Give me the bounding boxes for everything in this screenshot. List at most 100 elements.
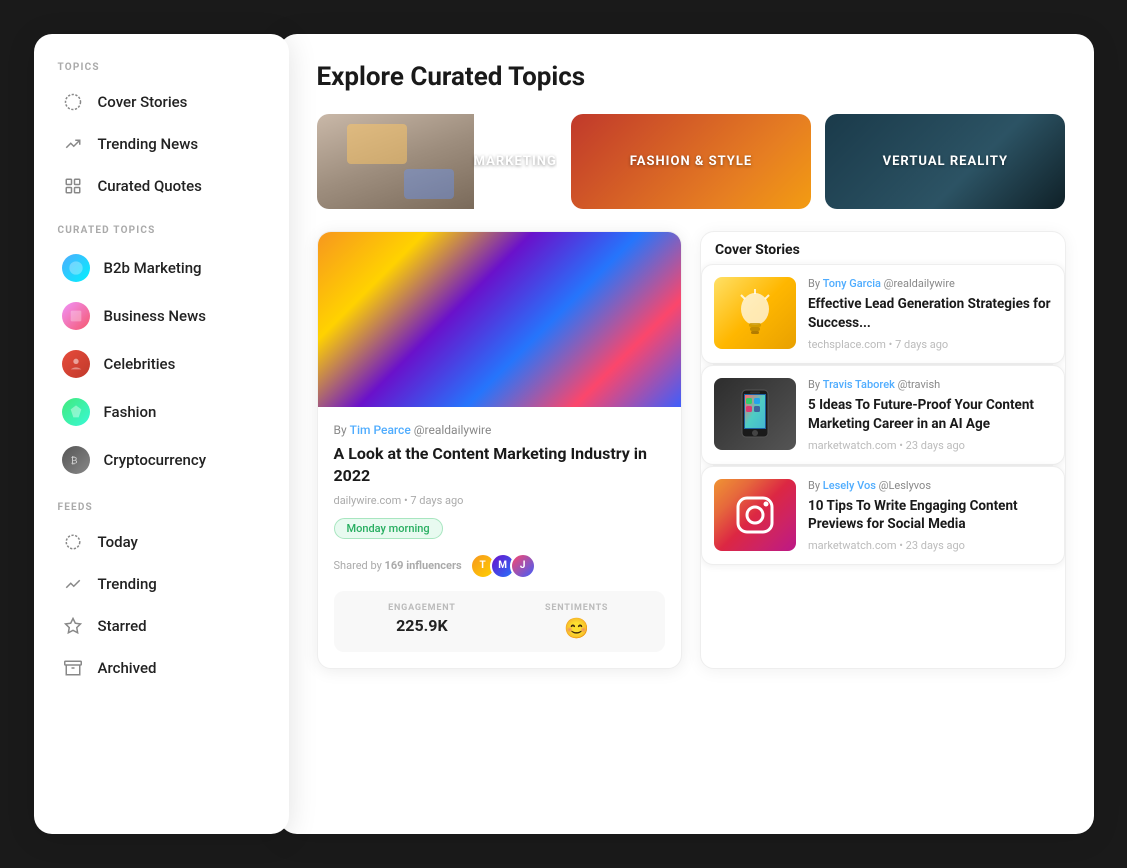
curated-quotes-label: Curated Quotes bbox=[98, 177, 202, 195]
article-1-author-link[interactable]: Tony Garcia bbox=[823, 277, 881, 290]
sidebar: TOPICS Cover Stories Trending News bbox=[34, 34, 289, 834]
sidebar-item-b2b-marketing[interactable]: B2b Marketing bbox=[54, 244, 269, 292]
engagement-stat: ENGAGEMENT 225.9K bbox=[350, 603, 495, 640]
celebrities-avatar bbox=[62, 350, 90, 378]
sidebar-item-trending[interactable]: Trending bbox=[54, 563, 269, 605]
curated-topics-section-label: CURATED TOPICS bbox=[54, 225, 269, 236]
archived-label: Archived bbox=[98, 659, 157, 677]
today-label: Today bbox=[98, 533, 138, 551]
featured-meta: dailywire.com • 7 days ago bbox=[334, 494, 666, 507]
article-thumb-1 bbox=[714, 277, 796, 349]
b2b-avatar bbox=[62, 254, 90, 282]
article-2-meta: marketwatch.com • 23 days ago bbox=[808, 439, 1052, 452]
hero-card-fashion-label: FASHION & STYLE bbox=[630, 154, 752, 169]
starred-icon bbox=[62, 615, 84, 637]
hero-cards-row: MARKETING FASHION & STYLE VERTUAL REALIT… bbox=[317, 114, 1066, 209]
article-2-author-link[interactable]: Travis Taborek bbox=[823, 378, 895, 391]
trending-icon bbox=[62, 573, 84, 595]
article-thumb-3 bbox=[714, 479, 796, 551]
topics-section-label: TOPICS bbox=[54, 62, 269, 73]
business-news-label: Business News bbox=[104, 307, 206, 325]
article-card-2[interactable]: By Travis Taborek @travish 5 Ideas To Fu… bbox=[701, 365, 1065, 465]
article-1-title: Effective Lead Generation Strategies for… bbox=[808, 295, 1052, 333]
article-thumb-2 bbox=[714, 378, 796, 450]
featured-title: A Look at the Content Marketing Industry… bbox=[334, 443, 666, 488]
main-content: Explore Curated Topics MARKETING FASHION… bbox=[279, 34, 1094, 834]
article-3-title: 10 Tips To Write Engaging Content Previe… bbox=[808, 497, 1052, 535]
sidebar-item-curated-quotes[interactable]: Curated Quotes bbox=[54, 165, 269, 207]
app-container: TOPICS Cover Stories Trending News bbox=[34, 34, 1094, 834]
sentiments-stat: SENTIMENTS 😊 bbox=[504, 603, 649, 640]
celebrities-label: Celebrities bbox=[104, 355, 176, 373]
articles-panel: Cover Stories bbox=[700, 231, 1066, 669]
curated-quotes-icon bbox=[62, 175, 84, 197]
sentiments-emoji: 😊 bbox=[504, 616, 649, 640]
cover-stories-label: Cover Stories bbox=[98, 93, 188, 111]
featured-body: By Tim Pearce @realdailywire A Look at t… bbox=[318, 407, 682, 668]
featured-image bbox=[318, 232, 682, 407]
cryptocurrency-label: Cryptocurrency bbox=[104, 451, 207, 469]
article-1-author: By Tony Garcia @realdailywire bbox=[808, 277, 1052, 290]
sidebar-item-fashion[interactable]: Fashion bbox=[54, 388, 269, 436]
bottom-section: By Tim Pearce @realdailywire A Look at t… bbox=[317, 231, 1066, 669]
article-2-author: By Travis Taborek @travish bbox=[808, 378, 1052, 391]
article-3-meta: marketwatch.com • 23 days ago bbox=[808, 539, 1052, 552]
cover-stories-header: Cover Stories bbox=[701, 232, 1065, 264]
hero-card-marketing[interactable]: MARKETING bbox=[317, 114, 557, 209]
hero-card-marketing-label: MARKETING bbox=[474, 154, 557, 169]
hero-card-fashion-style[interactable]: FASHION & STYLE bbox=[571, 114, 811, 209]
featured-author-handle: @realdailywire bbox=[414, 423, 492, 437]
trending-label: Trending bbox=[98, 575, 157, 593]
article-body-3: By Lesely Vos @Leslyvos 10 Tips To Write… bbox=[808, 479, 1052, 553]
article-card-1[interactable]: By Tony Garcia @realdailywire Effective … bbox=[701, 264, 1065, 364]
hero-card-virtual-reality[interactable]: VERTUAL REALITY bbox=[825, 114, 1065, 209]
fashion-avatar bbox=[62, 398, 90, 426]
page-title: Explore Curated Topics bbox=[317, 62, 1066, 92]
featured-tag[interactable]: Monday morning bbox=[334, 518, 443, 539]
b2b-marketing-label: B2b Marketing bbox=[104, 259, 202, 277]
starred-label: Starred bbox=[98, 617, 147, 635]
trending-news-icon bbox=[62, 133, 84, 155]
featured-author: By Tim Pearce @realdailywire bbox=[334, 423, 666, 437]
engagement-label: ENGAGEMENT bbox=[350, 603, 495, 613]
featured-time: 7 days ago bbox=[410, 494, 463, 507]
sidebar-item-celebrities[interactable]: Celebrities bbox=[54, 340, 269, 388]
archived-icon bbox=[62, 657, 84, 679]
cover-stories-icon bbox=[62, 91, 84, 113]
today-icon bbox=[62, 531, 84, 553]
featured-author-link[interactable]: Tim Pearce bbox=[350, 423, 411, 437]
featured-stats: ENGAGEMENT 225.9K SENTIMENTS 😊 bbox=[334, 591, 666, 652]
article-card-3[interactable]: By Lesely Vos @Leslyvos 10 Tips To Write… bbox=[701, 466, 1065, 566]
article-body-2: By Travis Taborek @travish 5 Ideas To Fu… bbox=[808, 378, 1052, 452]
business-avatar bbox=[62, 302, 90, 330]
crypto-avatar: ₿ bbox=[62, 446, 90, 474]
article-body-1: By Tony Garcia @realdailywire Effective … bbox=[808, 277, 1052, 351]
feeds-section-label: FEEDS bbox=[54, 502, 269, 513]
shared-text: Shared by 169 influencers bbox=[334, 559, 462, 572]
article-3-author: By Lesely Vos @Leslyvos bbox=[808, 479, 1052, 492]
sidebar-item-archived[interactable]: Archived bbox=[54, 647, 269, 689]
svg-text:₿: ₿ bbox=[70, 455, 77, 466]
influencer-avatar-3: J bbox=[510, 553, 536, 579]
sentiments-label: SENTIMENTS bbox=[504, 603, 649, 613]
engagement-value: 225.9K bbox=[350, 616, 495, 635]
sidebar-item-today[interactable]: Today bbox=[54, 521, 269, 563]
sidebar-item-cover-stories[interactable]: Cover Stories bbox=[54, 81, 269, 123]
phone-image bbox=[714, 378, 796, 450]
fashion-label: Fashion bbox=[104, 403, 157, 421]
sidebar-item-starred[interactable]: Starred bbox=[54, 605, 269, 647]
bulb-image bbox=[714, 277, 796, 349]
sidebar-item-cryptocurrency[interactable]: ₿ Cryptocurrency bbox=[54, 436, 269, 484]
article-3-author-link[interactable]: Lesely Vos bbox=[823, 479, 876, 492]
hero-card-vr-label: VERTUAL REALITY bbox=[883, 154, 1008, 169]
instagram-image bbox=[714, 479, 796, 551]
featured-source: dailywire.com bbox=[334, 494, 402, 507]
influencer-avatars: T M J bbox=[470, 553, 536, 579]
sidebar-item-trending-news[interactable]: Trending News bbox=[54, 123, 269, 165]
article-2-title: 5 Ideas To Future-Proof Your Content Mar… bbox=[808, 396, 1052, 434]
featured-article-card[interactable]: By Tim Pearce @realdailywire A Look at t… bbox=[317, 231, 683, 669]
featured-shared: Shared by 169 influencers T M J bbox=[334, 553, 666, 579]
trending-news-label: Trending News bbox=[98, 135, 199, 153]
article-1-meta: techsplace.com • 7 days ago bbox=[808, 338, 1052, 351]
sidebar-item-business-news[interactable]: Business News bbox=[54, 292, 269, 340]
